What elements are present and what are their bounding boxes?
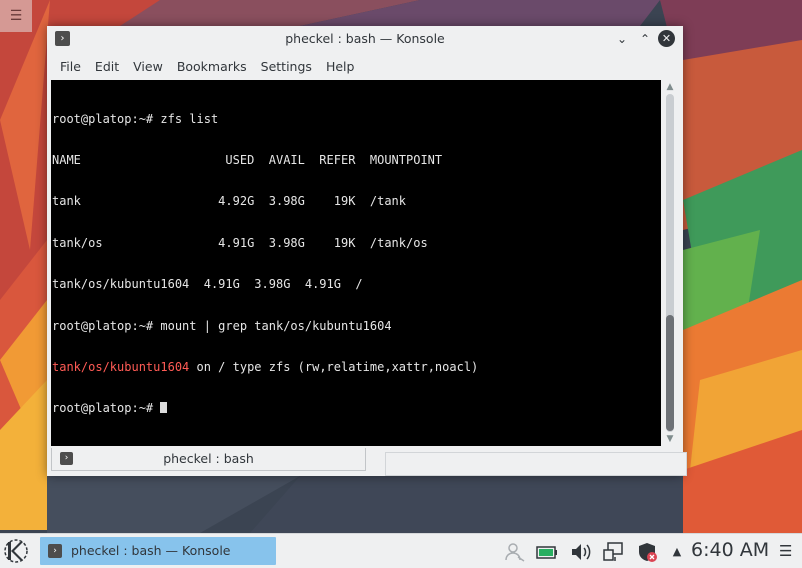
mount-details: on / type zfs (rw,relatime,xattr,noacl) [189,359,479,374]
menu-bookmarks[interactable]: Bookmarks [170,59,254,74]
terminal-line: root@platop:~# [52,401,478,416]
terminal-line: NAME USED AVAIL REFER MOUNTPOINT [52,152,443,167]
clock[interactable]: 6:40 AM [691,539,769,561]
firewall-icon[interactable] [636,541,658,563]
menu-view[interactable]: View [126,59,170,74]
expand-tray-icon[interactable]: ▲ [670,541,684,563]
window-title: pheckel : bash — Konsole [285,31,445,46]
konsole-window: › pheckel : bash — Konsole ⌄ ⌃ ✕ File Ed… [47,26,687,476]
terminal-output[interactable]: root@platop:~# zfs list NAME USED AVAIL … [51,80,661,446]
terminal-line: tank/os/kubuntu1604 on / type zfs (rw,re… [52,359,479,375]
close-button[interactable]: ✕ [658,30,675,47]
terminal-line: tank 4.92G 3.98G 19K /tank [52,194,407,209]
terminal-line: root@platop:~# mount | grep tank/os/kubu… [52,318,392,333]
scroll-up-arrow-icon[interactable]: ▲ [661,80,679,94]
minimize-button[interactable]: ⌄ [613,30,631,48]
kde-launcher-icon[interactable] [3,538,29,564]
tab-pheckel-bash[interactable]: › pheckel : bash [51,448,366,471]
battery-icon[interactable] [536,541,558,563]
menubar: File Edit View Bookmarks Settings Help [47,52,683,80]
terminal-scrollbar[interactable]: ▲ ▼ [661,80,679,446]
hamburger-icon[interactable]: ☰ [779,542,792,560]
user-icon[interactable] [504,541,526,563]
volume-icon[interactable] [569,541,591,563]
scroll-thumb[interactable] [666,315,674,431]
tab-bar: › pheckel : bash [51,448,687,476]
menu-help[interactable]: Help [319,59,362,74]
desktop-menu-icon[interactable]: ☰ [0,0,32,32]
terminal-line: root@platop:~# zfs list [52,111,219,126]
menu-file[interactable]: File [53,59,88,74]
maximize-button[interactable]: ⌃ [636,30,654,48]
scroll-down-arrow-icon[interactable]: ▼ [661,432,679,446]
mounted-dataset: tank/os/kubuntu1604 [52,359,190,374]
network-icon[interactable] [602,541,624,563]
terminal-line: tank/os/kubuntu1604 4.91G 3.98G 4.91G / [52,277,363,292]
terminal-line: tank/os 4.91G 3.98G 19K /tank/os [52,235,428,250]
taskbar-task-konsole[interactable]: › pheckel : bash — Konsole [40,537,276,565]
menu-edit[interactable]: Edit [88,59,126,74]
menu-settings[interactable]: Settings [254,59,319,74]
konsole-icon: › [48,544,62,558]
taskbar: › pheckel : bash — Konsole ▲ 6:40 AM ☰ [0,533,802,568]
prompt: root@platop:~# [52,401,161,416]
tab-bar-empty-area[interactable] [385,452,687,476]
task-label: pheckel : bash — Konsole [71,543,231,558]
titlebar[interactable]: › pheckel : bash — Konsole ⌄ ⌃ ✕ [47,26,683,52]
tab-label: pheckel : bash [163,451,254,466]
text-cursor [160,402,168,414]
